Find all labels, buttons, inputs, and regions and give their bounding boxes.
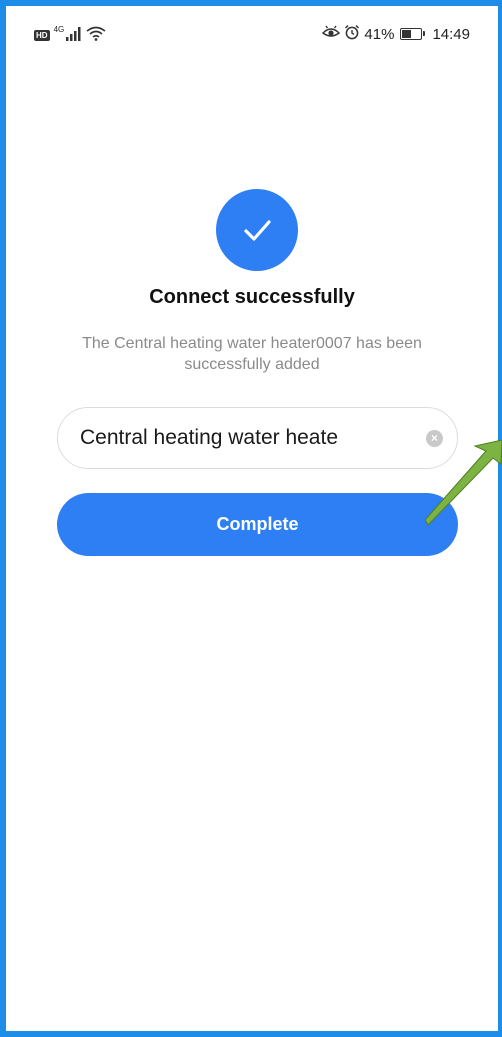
wifi-icon [86, 26, 106, 45]
status-right: 41% 14:49 [322, 24, 470, 44]
signal-icon [66, 26, 82, 45]
success-check-icon [216, 189, 298, 271]
hd-badge: HD [34, 30, 50, 41]
check-icon [244, 220, 271, 241]
success-message: The Central heating water heater0007 has… [82, 335, 422, 373]
battery-level [402, 30, 411, 38]
status-left: HD 4G [34, 25, 106, 45]
battery-icon [400, 28, 426, 40]
annotation-arrow [425, 440, 502, 526]
battery-percent: 41% [364, 25, 395, 43]
device-name-input[interactable] [80, 426, 416, 450]
eye-icon [322, 25, 341, 43]
status-time: 14:49 [432, 25, 470, 43]
status-bar: HD 4G 41% 14:49 [12, 12, 494, 56]
alarm-icon [344, 24, 360, 44]
device-name-field[interactable]: × [57, 407, 458, 469]
complete-button[interactable]: Complete [57, 493, 458, 556]
network-type: 4G [53, 25, 65, 34]
page-title: Connect successfully [149, 286, 355, 308]
